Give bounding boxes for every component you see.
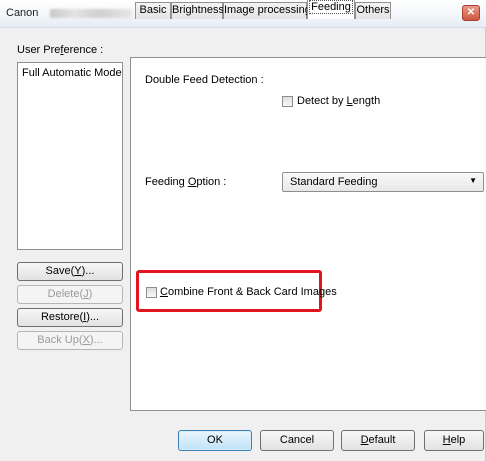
blurred-model-name [50, 9, 132, 18]
help-button[interactable]: Help [424, 430, 484, 451]
tab-others[interactable]: Others [355, 2, 391, 19]
tab-basic[interactable]: Basic [135, 2, 171, 19]
double-feed-label: Double Feed Detection : [145, 74, 264, 86]
tab-brightness[interactable]: Brightness [171, 2, 224, 19]
default-button[interactable]: Default [341, 430, 415, 451]
dialog-window: Canon ✕ User Preference : Full Automatic… [0, 0, 486, 461]
chevron-down-icon: ▼ [469, 176, 477, 185]
tab-panel-feeding [130, 57, 486, 411]
window-title: Canon [6, 7, 39, 19]
restore-button[interactable]: Restore(I)... [17, 308, 123, 327]
cancel-button[interactable]: Cancel [260, 430, 334, 451]
feeding-option-value: Standard Feeding [290, 176, 378, 188]
feeding-option-dropdown[interactable]: Standard Feeding ▼ [282, 172, 484, 192]
combine-card-images-label[interactable]: Combine Front & Back Card Images [160, 286, 337, 298]
user-preference-label: User Preference : [17, 44, 104, 56]
ok-button[interactable]: OK [178, 430, 252, 451]
close-button[interactable]: ✕ [462, 5, 480, 21]
detect-by-length-label[interactable]: Detect by Length [297, 95, 380, 107]
save-button[interactable]: Save(Y)... [17, 262, 123, 281]
feeding-option-label: Feeding Option : [145, 176, 227, 188]
backup-button: Back Up(X)... [17, 331, 123, 350]
tab-feeding[interactable]: Feeding [307, 0, 355, 19]
detect-by-length-checkbox[interactable] [282, 96, 293, 107]
close-icon: ✕ [466, 7, 476, 18]
combine-card-images-checkbox[interactable] [146, 287, 157, 298]
tab-image-processing[interactable]: Image processing [223, 2, 311, 19]
delete-button: Delete(J) [17, 285, 123, 304]
preference-listbox[interactable]: Full Automatic Mode [17, 62, 123, 250]
list-item[interactable]: Full Automatic Mode [22, 67, 122, 79]
